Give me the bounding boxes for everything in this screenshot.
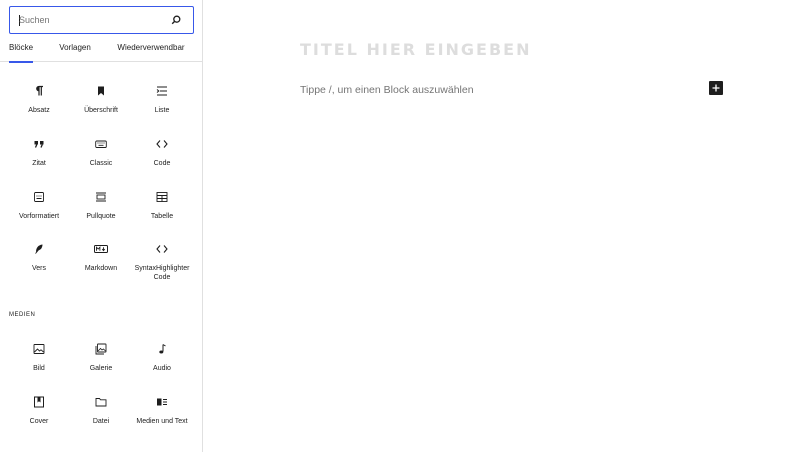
block-search[interactable]	[9, 6, 194, 34]
block-placeholder-prompt[interactable]: Tippe /, um einen Block auszuwählen	[300, 84, 474, 96]
block-vers[interactable]: Vers	[11, 243, 67, 273]
block-label: Classic	[89, 160, 113, 167]
heading-bookmark-icon	[98, 86, 104, 96]
inserter-tabs: Blöcke Vorlagen Wiederverwendbar	[0, 38, 202, 63]
block-vorformatiert[interactable]: Vorformatiert	[11, 191, 67, 221]
block-tabelle[interactable]: Tabelle	[134, 191, 190, 221]
tab-wiederverwendbar[interactable]: Wiederverwendbar	[117, 38, 185, 62]
block-label: Medien und Text	[136, 418, 188, 425]
block-label: Bild	[33, 365, 45, 372]
gallery-icon	[95, 343, 107, 355]
search-icon[interactable]	[171, 15, 181, 25]
paragraph-icon	[36, 85, 43, 96]
music-note-icon	[159, 344, 166, 354]
plus-icon	[712, 84, 720, 92]
preformatted-icon	[34, 192, 44, 202]
block-absatz[interactable]: Absatz	[11, 85, 67, 115]
cover-icon	[34, 396, 44, 408]
block-datei[interactable]: Datei	[73, 396, 129, 426]
tab-vorlagen[interactable]: Vorlagen	[58, 38, 92, 62]
quote-icon	[34, 141, 44, 148]
block-zitat[interactable]: Zitat	[11, 138, 67, 168]
code-icon	[156, 245, 168, 253]
block-label: Audio	[153, 365, 171, 372]
block-audio[interactable]: Audio	[134, 343, 190, 373]
block-markdown[interactable]: Markdown	[73, 243, 129, 273]
section-label-medien: MEDIEN	[9, 312, 36, 318]
block-label: Cover	[29, 418, 49, 425]
code-icon	[156, 140, 168, 148]
block-label: Absatz	[28, 107, 50, 114]
block-label: Pullquote	[86, 213, 116, 220]
post-title-input[interactable]: TITEL HIER EINGEBEN	[300, 40, 532, 59]
block-label: Markdown	[84, 265, 118, 272]
block-label: Liste	[154, 107, 170, 114]
markdown-icon	[94, 245, 108, 253]
block-label: SyntaxHighlighter Code	[134, 265, 190, 281]
pullquote-icon	[96, 192, 106, 202]
block-label: Galerie	[89, 365, 113, 372]
block-liste[interactable]: Liste	[134, 85, 190, 115]
block-inserter-sidebar: Blöcke Vorlagen Wiederverwendbar Absatz …	[0, 0, 203, 452]
list-icon	[156, 86, 167, 96]
block-label: Überschrift	[84, 107, 118, 114]
folder-icon	[95, 398, 107, 407]
block-pullquote[interactable]: Pullquote	[73, 191, 129, 221]
table-icon	[156, 192, 168, 202]
block-medien-und-text[interactable]: Medien und Text	[134, 396, 190, 426]
block-classic[interactable]: Classic	[73, 138, 129, 168]
keyboard-icon	[95, 140, 107, 148]
search-input[interactable]	[19, 7, 169, 33]
block-label: Vorformatiert	[18, 213, 60, 220]
add-block-button[interactable]	[709, 81, 723, 95]
block-bild[interactable]: Bild	[11, 343, 67, 373]
block-cover[interactable]: Cover	[11, 396, 67, 426]
media-text-icon	[157, 398, 167, 406]
block-galerie[interactable]: Galerie	[73, 343, 129, 373]
feather-icon	[35, 244, 43, 254]
image-icon	[33, 344, 45, 354]
block-label: Datei	[92, 418, 110, 425]
block-label: Vers	[31, 265, 46, 272]
block-label: Code	[153, 160, 171, 167]
block-ueberschrift[interactable]: Überschrift	[73, 85, 129, 115]
block-code[interactable]: Code	[134, 138, 190, 168]
tab-bloecke[interactable]: Blöcke	[9, 38, 33, 63]
block-label: Zitat	[32, 160, 46, 167]
block-syntaxhighlighter-code[interactable]: SyntaxHighlighter Code	[134, 243, 190, 282]
block-label: Tabelle	[150, 213, 174, 220]
